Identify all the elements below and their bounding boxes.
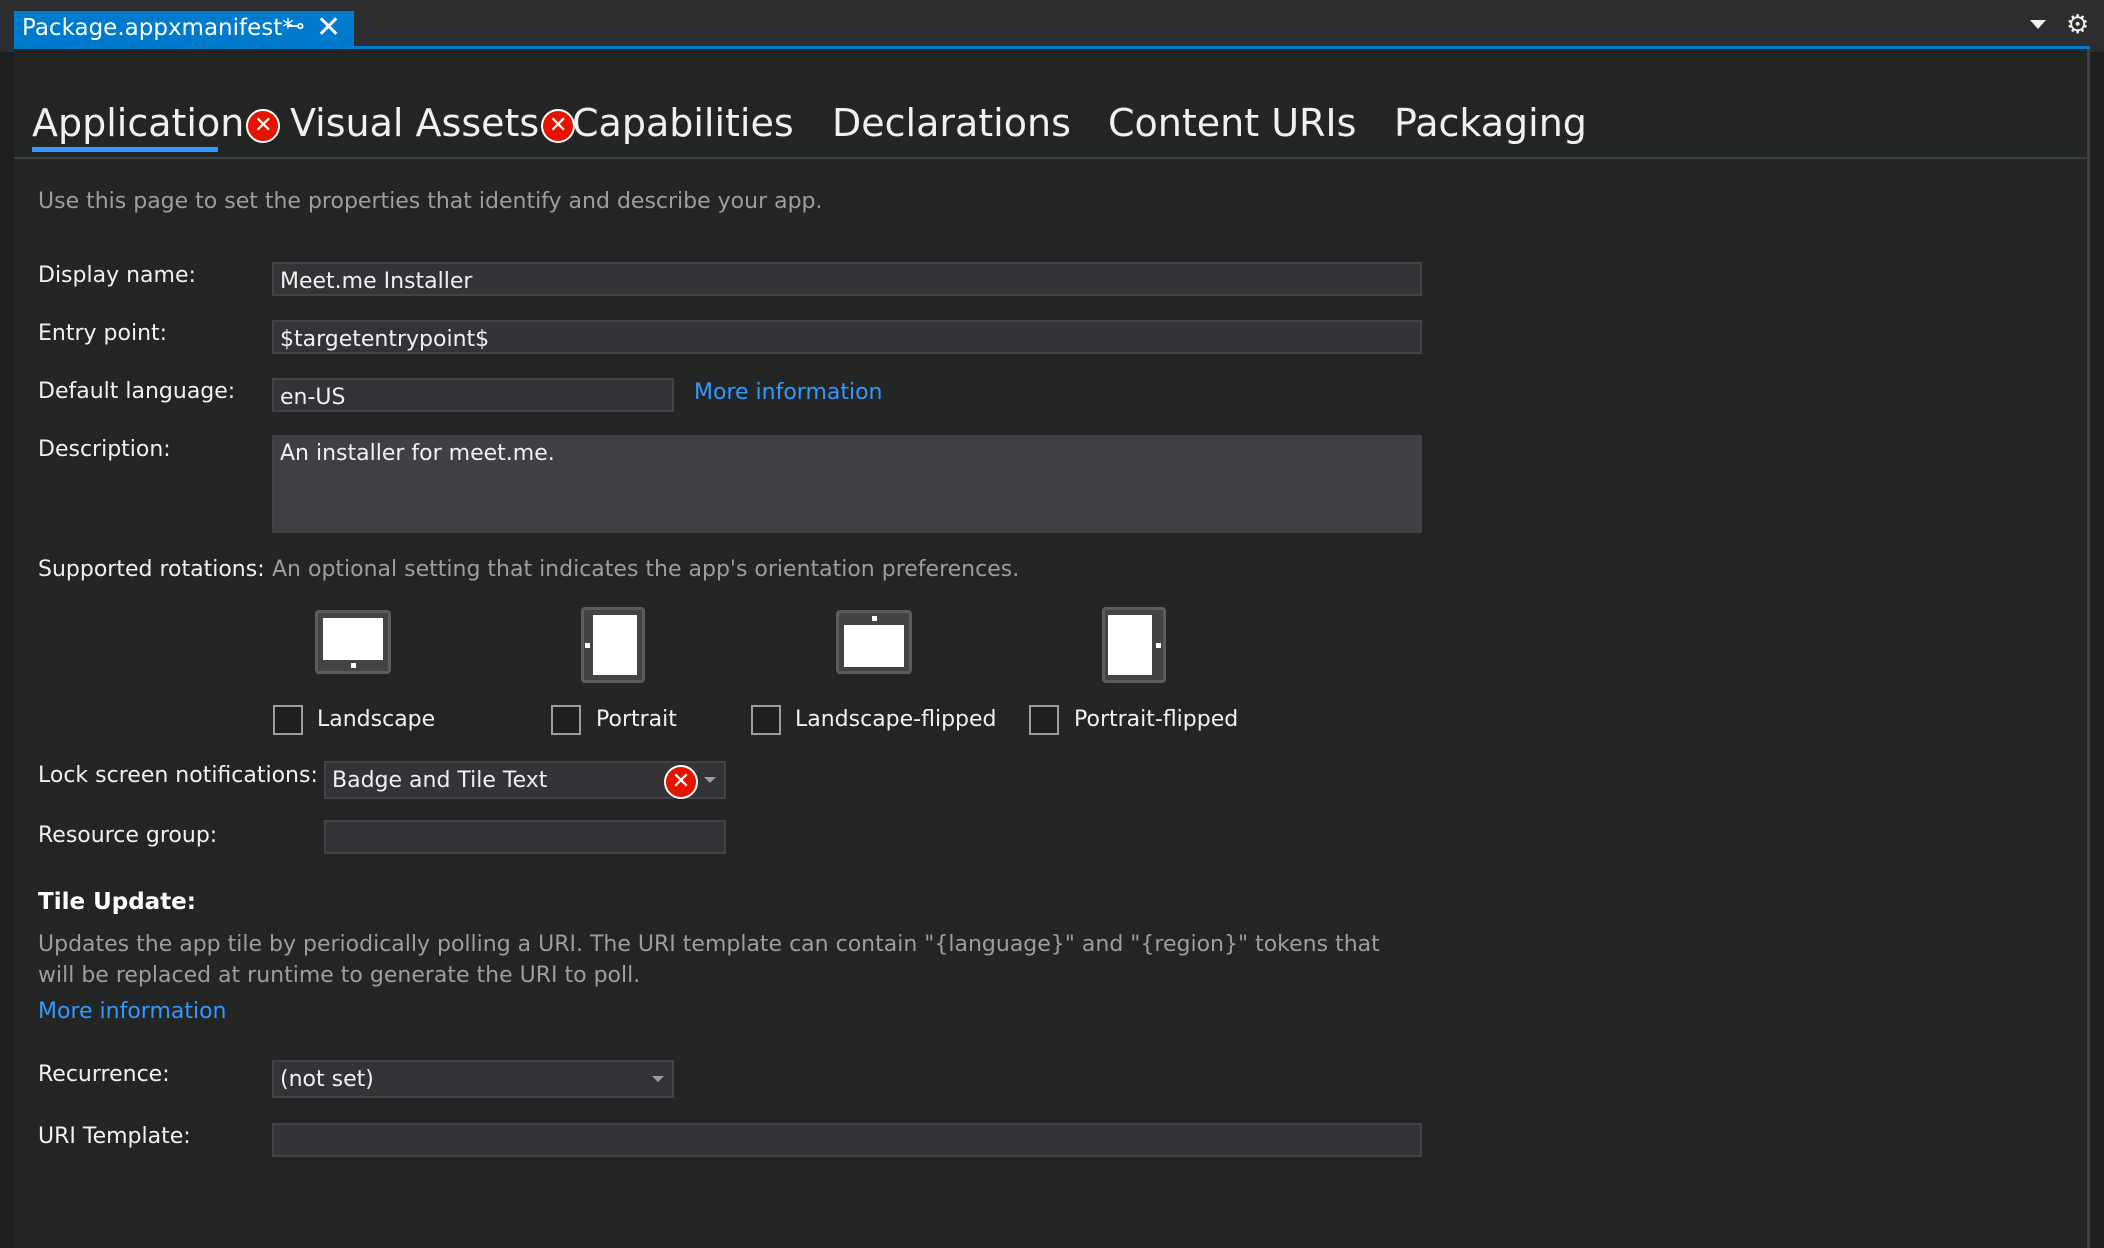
description-field[interactable]: An installer for meet.me. bbox=[272, 435, 1422, 533]
tab-visual-assets[interactable]: Visual Assets ✕ bbox=[290, 101, 576, 145]
entry-point-label: Entry point: bbox=[38, 321, 168, 346]
tile-update-description: Updates the app tile by periodically pol… bbox=[38, 932, 1380, 988]
tab-application[interactable]: Application ✕ bbox=[32, 101, 281, 145]
landscape-icon bbox=[315, 610, 391, 674]
error-icon: ✕ bbox=[664, 765, 698, 799]
lock-screen-label: Lock screen notifications: bbox=[38, 763, 318, 788]
resource-group-field[interactable] bbox=[324, 820, 726, 854]
lock-screen-value: Badge and Tile Text bbox=[332, 768, 548, 793]
tab-label: Visual Assets bbox=[290, 101, 540, 145]
portrait-checkbox[interactable] bbox=[551, 705, 581, 735]
pin-icon[interactable]: ⊸ bbox=[286, 14, 304, 39]
tab-declarations[interactable]: Declarations bbox=[832, 101, 1071, 145]
recurrence-value: (not set) bbox=[280, 1067, 374, 1092]
lock-screen-select[interactable]: Badge and Tile Text ✕ bbox=[324, 761, 726, 799]
tab-label: Declarations bbox=[832, 101, 1071, 145]
tab-label: Packaging bbox=[1394, 101, 1587, 145]
portrait-icon bbox=[581, 607, 645, 683]
uri-template-field[interactable] bbox=[272, 1123, 1422, 1157]
chevron-down-icon bbox=[704, 777, 716, 783]
resource-group-label: Resource group: bbox=[38, 823, 218, 848]
supported-rotations-label: Supported rotations: bbox=[38, 557, 265, 582]
language-more-information-link[interactable]: More information bbox=[694, 380, 883, 405]
uri-template-label: URI Template: bbox=[38, 1124, 191, 1149]
default-language-field[interactable]: en-US bbox=[272, 378, 674, 412]
display-name-label: Display name: bbox=[38, 263, 196, 288]
tile-update-more-information-link[interactable]: More information bbox=[38, 999, 227, 1024]
display-name-field[interactable]: Meet.me Installer bbox=[272, 262, 1422, 296]
manifest-tabs: Application ✕ Visual Assets ✕ Capabilities… bbox=[14, 49, 2090, 159]
landscape-checkbox-label[interactable]: Landscape bbox=[317, 707, 435, 732]
close-icon[interactable]: ✕ bbox=[316, 11, 341, 45]
landscape-checkbox[interactable] bbox=[273, 705, 303, 735]
tab-label: Application bbox=[32, 101, 245, 145]
recurrence-select[interactable]: (not set) bbox=[272, 1060, 674, 1098]
landscape-flipped-checkbox-label[interactable]: Landscape-flipped bbox=[795, 707, 997, 732]
default-language-label: Default language: bbox=[38, 379, 236, 404]
error-icon: ✕ bbox=[541, 109, 576, 143]
error-icon: ✕ bbox=[246, 109, 281, 143]
landscape-flipped-checkbox[interactable] bbox=[751, 705, 781, 735]
description-label: Description: bbox=[38, 437, 171, 462]
tab-packaging[interactable]: Packaging bbox=[1394, 101, 1587, 145]
portrait-flipped-icon bbox=[1102, 607, 1166, 683]
entry-point-field[interactable]: $targetentrypoint$ bbox=[272, 320, 1422, 354]
tab-capabilities[interactable]: Capabilities bbox=[572, 101, 794, 145]
tab-label: Capabilities bbox=[572, 101, 794, 145]
recurrence-label: Recurrence: bbox=[38, 1062, 170, 1087]
portrait-flipped-checkbox[interactable] bbox=[1029, 705, 1059, 735]
manifest-editor: Application ✕ Visual Assets ✕ Capabilities… bbox=[14, 49, 2090, 1248]
chevron-down-icon bbox=[652, 1076, 664, 1082]
supported-rotations-hint: An optional setting that indicates the a… bbox=[272, 557, 1020, 582]
chevron-down-icon[interactable] bbox=[2030, 20, 2046, 29]
gear-icon[interactable]: ⚙ bbox=[2066, 10, 2089, 40]
portrait-checkbox-label[interactable]: Portrait bbox=[596, 707, 677, 732]
document-tab-title: Package.appxmanifest* bbox=[22, 15, 294, 41]
page-intro: Use this page to set the properties that… bbox=[38, 189, 823, 214]
active-tab-indicator bbox=[32, 147, 218, 152]
tab-content-uris[interactable]: Content URIs bbox=[1108, 101, 1356, 145]
portrait-flipped-checkbox-label[interactable]: Portrait-flipped bbox=[1074, 707, 1238, 732]
landscape-flipped-icon bbox=[836, 610, 912, 674]
tab-label: Content URIs bbox=[1108, 101, 1357, 145]
document-tab-package-manifest[interactable]: Package.appxmanifest* ⊸ ✕ bbox=[14, 11, 354, 47]
document-tab-strip: Package.appxmanifest* ⊸ ✕ ⚙ bbox=[0, 0, 2104, 52]
tile-update-heading: Tile Update: bbox=[38, 889, 196, 915]
